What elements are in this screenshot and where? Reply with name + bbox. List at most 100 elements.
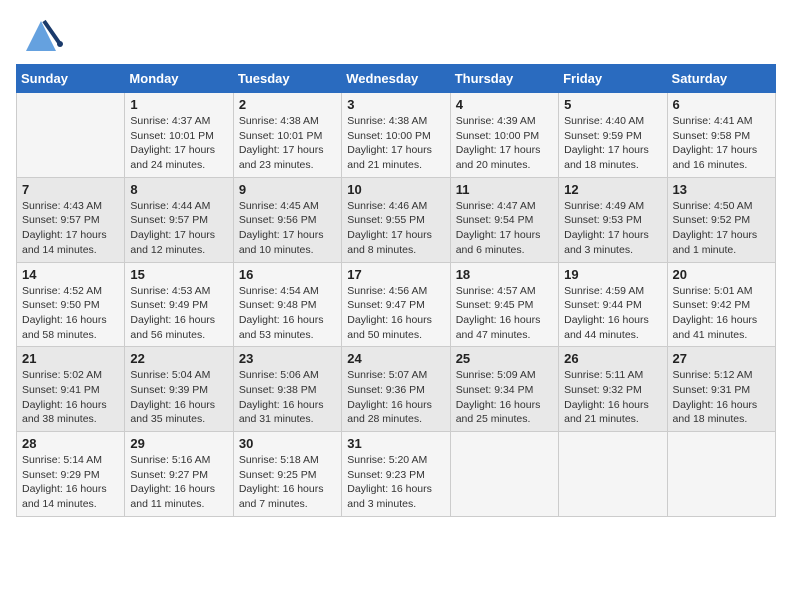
week-row-1: 1 Sunrise: 4:37 AM Sunset: 10:01 PM Dayli… <box>17 93 776 178</box>
week-row-4: 21Sunrise: 5:02 AM Sunset: 9:41 PM Dayli… <box>17 347 776 432</box>
weekday-tuesday: Tuesday <box>233 65 341 93</box>
day-number: 9 <box>239 182 336 197</box>
calendar-cell: 15Sunrise: 4:53 AM Sunset: 9:49 PM Dayli… <box>125 262 233 347</box>
day-number: 18 <box>456 267 553 282</box>
calendar-cell: 3 Sunrise: 4:38 AM Sunset: 10:00 PM Dayli… <box>342 93 450 178</box>
day-info: Sunrise: 4:40 AM Sunset: 9:59 PM Dayligh… <box>564 114 661 173</box>
day-info: Sunrise: 4:44 AM Sunset: 9:57 PM Dayligh… <box>130 199 227 258</box>
calendar-cell: 20 Sunrise: 5:01 AM Sunset: 9:42 PM Dayli… <box>667 262 775 347</box>
day-info: Sunrise: 4:37 AM Sunset: 10:01 PM Daylig… <box>130 114 227 173</box>
day-number: 31 <box>347 436 444 451</box>
weekday-wednesday: Wednesday <box>342 65 450 93</box>
day-info: Sunrise: 4:47 AM Sunset: 9:54 PM Dayligh… <box>456 199 553 258</box>
day-info: Sunrise: 4:38 AM Sunset: 10:01 PM Daylig… <box>239 114 336 173</box>
calendar-cell: 12Sunrise: 4:49 AM Sunset: 9:53 PM Dayli… <box>559 177 667 262</box>
day-number: 17 <box>347 267 444 282</box>
day-info: Sunrise: 4:59 AM Sunset: 9:44 PM Dayligh… <box>564 284 661 343</box>
weekday-monday: Monday <box>125 65 233 93</box>
day-info: Sunrise: 4:53 AM Sunset: 9:49 PM Dayligh… <box>130 284 227 343</box>
day-info: Sunrise: 5:02 AM Sunset: 9:41 PM Dayligh… <box>22 368 119 427</box>
day-info: Sunrise: 4:50 AM Sunset: 9:52 PM Dayligh… <box>673 199 770 258</box>
calendar-cell: 2 Sunrise: 4:38 AM Sunset: 10:01 PM Dayli… <box>233 93 341 178</box>
calendar-cell: 29 Sunrise: 5:16 AM Sunset: 9:27 PM Dayli… <box>125 432 233 517</box>
calendar-body: 1 Sunrise: 4:37 AM Sunset: 10:01 PM Dayli… <box>17 93 776 517</box>
day-number: 20 <box>673 267 770 282</box>
day-number: 3 <box>347 97 444 112</box>
calendar-cell: 28 Sunrise: 5:14 AM Sunset: 9:29 PM Dayli… <box>17 432 125 517</box>
calendar-cell <box>17 93 125 178</box>
day-info: Sunrise: 5:01 AM Sunset: 9:42 PM Dayligh… <box>673 284 770 343</box>
calendar-cell: 9 Sunrise: 4:45 AM Sunset: 9:56 PM Daylig… <box>233 177 341 262</box>
weekday-sunday: Sunday <box>17 65 125 93</box>
week-row-2: 7 Sunrise: 4:43 AM Sunset: 9:57 PM Daylig… <box>17 177 776 262</box>
day-number: 5 <box>564 97 661 112</box>
calendar-cell <box>450 432 558 517</box>
calendar-cell: 24Sunrise: 5:07 AM Sunset: 9:36 PM Dayli… <box>342 347 450 432</box>
day-info: Sunrise: 5:07 AM Sunset: 9:36 PM Dayligh… <box>347 368 444 427</box>
calendar-cell: 13 Sunrise: 4:50 AM Sunset: 9:52 PM Dayli… <box>667 177 775 262</box>
calendar-cell: 23Sunrise: 5:06 AM Sunset: 9:38 PM Dayli… <box>233 347 341 432</box>
day-number: 26 <box>564 351 661 366</box>
day-number: 22 <box>130 351 227 366</box>
calendar-cell: 30 Sunrise: 5:18 AM Sunset: 9:25 PM Dayli… <box>233 432 341 517</box>
calendar-cell: 8 Sunrise: 4:44 AM Sunset: 9:57 PM Daylig… <box>125 177 233 262</box>
logo <box>16 16 70 56</box>
day-info: Sunrise: 5:11 AM Sunset: 9:32 PM Dayligh… <box>564 368 661 427</box>
week-row-3: 14Sunrise: 4:52 AM Sunset: 9:50 PM Dayli… <box>17 262 776 347</box>
calendar-cell <box>559 432 667 517</box>
day-number: 12 <box>564 182 661 197</box>
day-number: 14 <box>22 267 119 282</box>
calendar-cell: 10Sunrise: 4:46 AM Sunset: 9:55 PM Dayli… <box>342 177 450 262</box>
day-info: Sunrise: 4:56 AM Sunset: 9:47 PM Dayligh… <box>347 284 444 343</box>
calendar-cell <box>667 432 775 517</box>
calendar-cell: 25 Sunrise: 5:09 AM Sunset: 9:34 PM Dayli… <box>450 347 558 432</box>
day-number: 8 <box>130 182 227 197</box>
calendar-cell: 1 Sunrise: 4:37 AM Sunset: 10:01 PM Dayli… <box>125 93 233 178</box>
weekday-thursday: Thursday <box>450 65 558 93</box>
calendar-cell: 6 Sunrise: 4:41 AM Sunset: 9:58 PM Daylig… <box>667 93 775 178</box>
day-number: 29 <box>130 436 227 451</box>
day-info: Sunrise: 5:04 AM Sunset: 9:39 PM Dayligh… <box>130 368 227 427</box>
day-info: Sunrise: 5:14 AM Sunset: 9:29 PM Dayligh… <box>22 453 119 512</box>
day-number: 2 <box>239 97 336 112</box>
calendar-cell: 17 Sunrise: 4:56 AM Sunset: 9:47 PM Dayli… <box>342 262 450 347</box>
week-row-5: 28 Sunrise: 5:14 AM Sunset: 9:29 PM Dayli… <box>17 432 776 517</box>
day-info: Sunrise: 4:43 AM Sunset: 9:57 PM Dayligh… <box>22 199 119 258</box>
day-info: Sunrise: 5:18 AM Sunset: 9:25 PM Dayligh… <box>239 453 336 512</box>
day-number: 25 <box>456 351 553 366</box>
calendar-cell: 5 Sunrise: 4:40 AM Sunset: 9:59 PM Daylig… <box>559 93 667 178</box>
calendar-cell: 11 Sunrise: 4:47 AM Sunset: 9:54 PM Dayli… <box>450 177 558 262</box>
calendar-cell: 16Sunrise: 4:54 AM Sunset: 9:48 PM Dayli… <box>233 262 341 347</box>
calendar-cell: 26 Sunrise: 5:11 AM Sunset: 9:32 PM Dayli… <box>559 347 667 432</box>
day-info: Sunrise: 4:38 AM Sunset: 10:00 PM Daylig… <box>347 114 444 173</box>
calendar-cell: 7 Sunrise: 4:43 AM Sunset: 9:57 PM Daylig… <box>17 177 125 262</box>
logo-icon <box>16 16 66 56</box>
day-info: Sunrise: 5:20 AM Sunset: 9:23 PM Dayligh… <box>347 453 444 512</box>
day-number: 23 <box>239 351 336 366</box>
day-info: Sunrise: 4:39 AM Sunset: 10:00 PM Daylig… <box>456 114 553 173</box>
calendar-header: SundayMondayTuesdayWednesdayThursdayFrid… <box>17 65 776 93</box>
day-number: 1 <box>130 97 227 112</box>
day-number: 30 <box>239 436 336 451</box>
page-header <box>16 16 776 56</box>
day-number: 13 <box>673 182 770 197</box>
calendar-cell: 27Sunrise: 5:12 AM Sunset: 9:31 PM Dayli… <box>667 347 775 432</box>
day-number: 19 <box>564 267 661 282</box>
day-number: 28 <box>22 436 119 451</box>
weekday-saturday: Saturday <box>667 65 775 93</box>
day-info: Sunrise: 5:16 AM Sunset: 9:27 PM Dayligh… <box>130 453 227 512</box>
day-number: 4 <box>456 97 553 112</box>
day-number: 11 <box>456 182 553 197</box>
day-info: Sunrise: 4:41 AM Sunset: 9:58 PM Dayligh… <box>673 114 770 173</box>
weekday-friday: Friday <box>559 65 667 93</box>
day-number: 7 <box>22 182 119 197</box>
calendar-table: SundayMondayTuesdayWednesdayThursdayFrid… <box>16 64 776 517</box>
day-number: 6 <box>673 97 770 112</box>
calendar-cell: 21Sunrise: 5:02 AM Sunset: 9:41 PM Dayli… <box>17 347 125 432</box>
day-info: Sunrise: 4:57 AM Sunset: 9:45 PM Dayligh… <box>456 284 553 343</box>
calendar-cell: 18 Sunrise: 4:57 AM Sunset: 9:45 PM Dayli… <box>450 262 558 347</box>
day-number: 16 <box>239 267 336 282</box>
day-info: Sunrise: 4:46 AM Sunset: 9:55 PM Dayligh… <box>347 199 444 258</box>
day-info: Sunrise: 5:09 AM Sunset: 9:34 PM Dayligh… <box>456 368 553 427</box>
day-info: Sunrise: 4:45 AM Sunset: 9:56 PM Dayligh… <box>239 199 336 258</box>
